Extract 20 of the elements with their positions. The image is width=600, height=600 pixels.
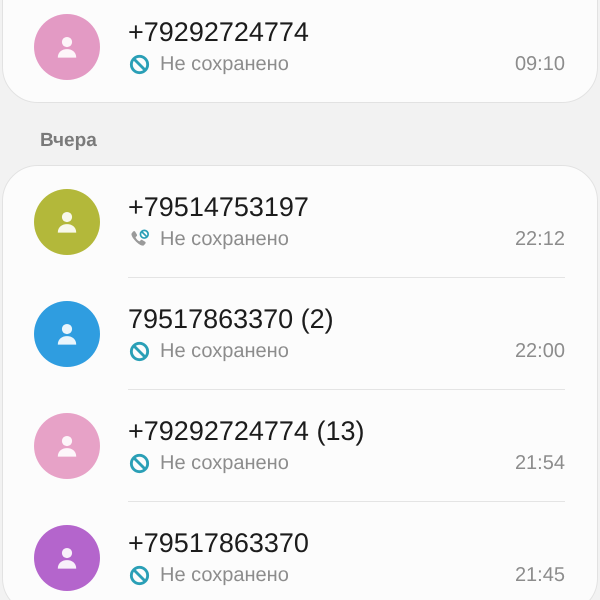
phone-number: +79292724774 (13) [128, 414, 364, 446]
phone-number: 79517863370 (2) [128, 302, 334, 334]
call-time: 09:10 [514, 53, 565, 76]
status-text: Не сохранено [160, 564, 289, 587]
section-header: Вчера [39, 129, 98, 153]
block-icon [128, 340, 151, 363]
status-text: Не сохранено [160, 53, 289, 76]
phone-number: +79292724774 [128, 16, 309, 48]
call-time: 21:45 [514, 564, 565, 587]
call-time: 22:00 [514, 340, 565, 363]
block-icon [128, 452, 151, 475]
call-time: 22:12 [514, 228, 565, 251]
block-icon [128, 564, 151, 587]
phone-number: +79517863370 [128, 526, 309, 558]
status-text: Не сохранено [160, 452, 289, 475]
status-text: Не сохранено [160, 228, 289, 251]
status-text: Не сохранено [160, 340, 289, 363]
call-time: 21:54 [514, 452, 565, 475]
block-icon [128, 53, 151, 76]
phone-number: +79514753197 [128, 190, 309, 222]
